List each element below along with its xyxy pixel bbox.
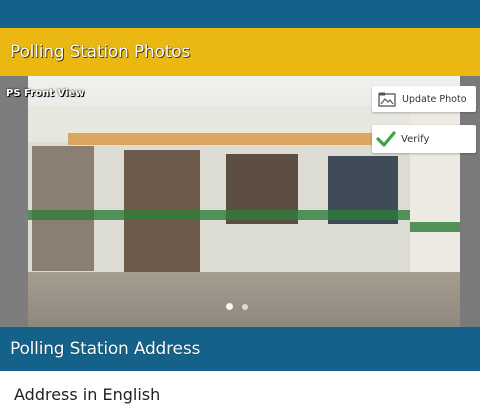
photo-green-stripe [28,210,460,220]
photos-section-header: Polling Station Photos [0,28,480,76]
photos-section-title: Polling Station Photos [10,42,190,62]
pager-dot[interactable] [242,303,248,310]
address-section-header: Polling Station Address [0,327,480,371]
polling-station-photo[interactable] [28,76,460,327]
photo-edge [460,76,480,327]
address-section-title: Polling Station Address [10,339,201,359]
verify-button[interactable]: Verify [372,125,476,153]
address-english-label: Address in English [14,385,161,404]
top-status-bar [0,0,480,28]
photo-caption: PS Front View [6,88,85,99]
photo-doorway [32,146,94,271]
update-photo-label: Update Photo [402,93,467,105]
photo-carousel[interactable] [0,76,480,327]
carousel-pager[interactable] [226,303,248,310]
verify-label: Verify [401,133,430,145]
update-photo-button[interactable]: Update Photo [372,86,476,112]
photo-right-wall-stripe [410,222,460,232]
pager-dot-active[interactable] [226,303,233,310]
image-upload-icon [377,91,397,107]
checkmark-icon [376,129,396,149]
photo-ground [28,272,460,327]
screen: Polling Station Photos PS Front View Upd… [0,0,480,405]
